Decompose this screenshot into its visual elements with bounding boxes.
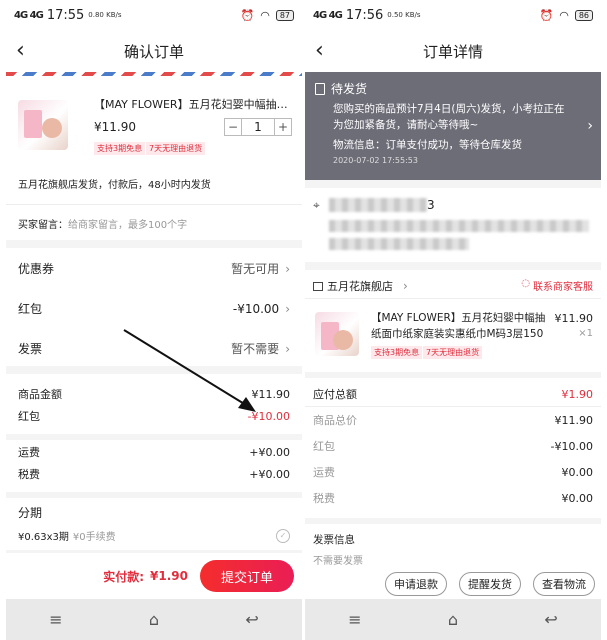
home-icon[interactable]: ⌂ xyxy=(448,610,458,629)
detail-value: -¥10.00 xyxy=(550,439,593,453)
chevron-right-icon: › xyxy=(587,118,593,134)
product-count: ×1 xyxy=(578,328,593,339)
status-message: 您购买的商品预计7月4日(周六)发货，小考拉正在为您加紧备货，请耐心等待哦~ xyxy=(333,103,565,131)
chat-icon: ◌ xyxy=(521,278,530,289)
document-icon xyxy=(315,82,325,95)
contact-service-link[interactable]: ◌ 联系商家客服 xyxy=(521,278,593,293)
logistics-info: 物流信息：订单支付成功，等待仓库发货 xyxy=(333,139,522,151)
menu-icon[interactable]: ≡ xyxy=(348,610,361,629)
detail-label: 税费 xyxy=(313,492,335,505)
detail-label: 商品总价 xyxy=(313,414,357,427)
payable-row: 应付总额 ¥1.90 xyxy=(313,386,593,402)
order-status-panel[interactable]: 待发货 您购买的商品预计7月4日(周六)发货，小考拉正在为您加紧备货，请耐心等待… xyxy=(305,72,601,180)
divider xyxy=(305,406,601,407)
confirm-order-screen: 4G 4G 17:55 0.80 KB/s ⏰ ◠ 87 ‹ 确认订单 【MAY… xyxy=(6,0,302,640)
detail-row: 税费 ¥0.00 xyxy=(313,490,593,506)
invoice-card: 发票信息 不需要发票 申请退款 提醒发货 查看物流 xyxy=(305,524,601,600)
contact-service-label: 联系商家客服 xyxy=(533,282,593,293)
order-detail-screen: 4G 4G 17:56 0.50 KB/s ⏰ ◠ 86 ‹ 订单详情 待发货 … xyxy=(305,0,601,640)
redacted-address xyxy=(329,238,469,250)
alarm-icon: ⏰ xyxy=(539,8,554,22)
detail-value: ¥0.00 xyxy=(561,491,594,505)
nav-bar: ‹ 订单详情 xyxy=(305,30,601,72)
total-label: 实付款: xyxy=(103,569,145,584)
product-title[interactable]: 【MAY FLOWER】五月花妇婴中幅抽纸面巾纸家庭装实惠纸巾M码3层150抽… xyxy=(371,310,551,342)
menu-icon[interactable]: ≡ xyxy=(49,610,62,629)
detail-value: ¥11.90 xyxy=(554,413,594,427)
divider xyxy=(305,298,601,299)
home-icon[interactable]: ⌂ xyxy=(149,610,159,629)
system-nav-bar: ≡ ⌂ ↩ xyxy=(6,599,302,640)
store-icon xyxy=(313,281,323,291)
detail-label: 运费 xyxy=(313,466,335,479)
redacted-recipient xyxy=(329,198,427,212)
payable-label: 应付总额 xyxy=(313,388,357,401)
view-logistics-button[interactable]: 查看物流 xyxy=(533,572,595,596)
request-refund-button[interactable]: 申请退款 xyxy=(385,572,447,596)
address-visible-text: 3 xyxy=(427,198,435,212)
clock: 17:56 xyxy=(345,7,384,23)
detail-row: 红包 -¥10.00 xyxy=(313,438,593,454)
location-pin-icon: ⌖ xyxy=(313,198,320,212)
installment-tag: 支持3期免息 xyxy=(371,346,423,359)
detail-row: 运费 ¥0.00 xyxy=(313,464,593,480)
remind-shipping-button[interactable]: 提醒发货 xyxy=(459,572,521,596)
back-icon[interactable]: ↩ xyxy=(245,610,258,629)
detail-value: ¥0.00 xyxy=(561,465,594,479)
total-value: ¥1.90 xyxy=(150,569,188,583)
wifi-icon: ◠ xyxy=(559,8,569,22)
annotation-arrow-icon xyxy=(123,329,256,412)
product-image[interactable] xyxy=(315,312,359,356)
store-link[interactable]: 五月花旗舰店 › xyxy=(313,278,408,294)
order-amount-card: 应付总额 ¥1.90 商品总价 ¥11.90 红包 -¥10.00 运费 ¥0.… xyxy=(305,378,601,518)
detail-row: 商品总价 ¥11.90 xyxy=(313,412,593,428)
payable-value: ¥1.90 xyxy=(561,387,594,401)
invoice-value: 不需要发票 xyxy=(313,556,363,567)
back-arrow-icon[interactable]: ‹ xyxy=(315,38,324,63)
status-header: 待发货 xyxy=(315,80,591,97)
product-price: ¥11.90 xyxy=(554,312,594,325)
back-icon[interactable]: ↩ xyxy=(544,610,557,629)
status-bar: 4G 4G 17:56 0.50 KB/s ⏰ ◠ 86 xyxy=(305,0,601,30)
submit-bar: 实付款: ¥1.90 提交订单 xyxy=(6,553,302,599)
status-title: 待发货 xyxy=(331,82,368,96)
system-nav-bar: ≡ ⌂ ↩ xyxy=(305,599,601,640)
status-time: 2020-07-02 17:55:53 xyxy=(333,156,418,165)
return-tag: 7天无理由退货 xyxy=(423,346,483,359)
address-card: ⌖ 3 xyxy=(305,188,601,262)
network-speed: 0.50 KB/s xyxy=(387,11,421,19)
battery-level: 86 xyxy=(574,9,593,21)
signal-indicator: 4G 4G xyxy=(313,9,343,21)
submit-order-button[interactable]: 提交订单 xyxy=(200,560,294,592)
redacted-address xyxy=(329,220,589,232)
chevron-right-icon: › xyxy=(403,279,408,293)
store-name: 五月花旗舰店 xyxy=(327,280,393,293)
detail-label: 红包 xyxy=(313,440,335,453)
page-title: 订单详情 xyxy=(422,42,483,61)
action-buttons: 申请退款 提醒发货 查看物流 xyxy=(385,572,595,596)
store-product-card: 五月花旗舰店 › ◌ 联系商家客服 【MAY FLOWER】五月花妇婴中幅抽纸面… xyxy=(305,270,601,372)
invoice-title: 发票信息 xyxy=(313,534,355,546)
